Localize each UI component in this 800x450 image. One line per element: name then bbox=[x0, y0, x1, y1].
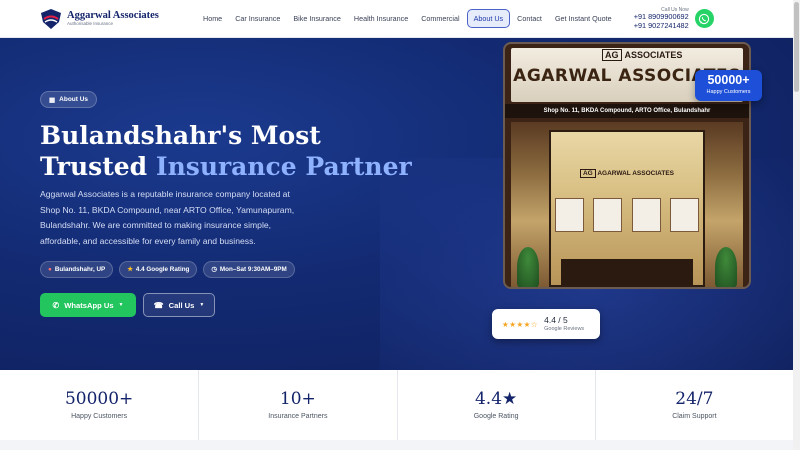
rating-chip: ★ 4.4 Google Rating bbox=[119, 261, 198, 278]
rating-chip-label: 4.4 Google Rating bbox=[135, 266, 190, 273]
wall-panel bbox=[670, 198, 699, 232]
shield-logo-icon bbox=[41, 8, 61, 29]
chevron-down-icon: ▼ bbox=[199, 302, 205, 308]
wall-panel bbox=[631, 198, 661, 232]
stat-label: Insurance Partners bbox=[268, 412, 328, 420]
nav-home[interactable]: Home bbox=[197, 9, 228, 28]
plant-right bbox=[715, 247, 737, 287]
nav-about-us[interactable]: About Us bbox=[466, 9, 511, 28]
wall-panel bbox=[593, 198, 623, 232]
rating-score: 4.4 / 5 bbox=[544, 314, 568, 325]
store-wall-panels bbox=[555, 198, 699, 232]
store-interior: AG AGARWAL ASSOCIATES bbox=[511, 122, 743, 287]
hero-description: Aggarwal Associates is a reputable insur… bbox=[40, 189, 295, 246]
store-entrance: AG AGARWAL ASSOCIATES bbox=[549, 130, 705, 287]
stat-value: 10+ bbox=[279, 388, 316, 409]
page-scrollbar[interactable] bbox=[793, 0, 800, 450]
stat-label: Happy Customers bbox=[71, 412, 128, 420]
call-us-button[interactable]: ☎ Call Us ▼ bbox=[143, 293, 215, 317]
location-chip-label: Bulandshahr, UP bbox=[54, 266, 106, 273]
main-menu: Home Car Insurance Bike Insurance Health… bbox=[197, 9, 619, 28]
hero-heading-plain: Trusted bbox=[40, 152, 148, 181]
brand-tagline: Authorisable Insurance bbox=[67, 21, 114, 26]
stat-value: 50000+ bbox=[64, 388, 134, 409]
happy-customers-badge: 50000+ Happy Customers bbox=[695, 70, 762, 101]
store-sign-logo: AG ASSOCIATES bbox=[602, 49, 683, 61]
hero-ctas: ✆ WhatsApp Us ▼ ☎ Call Us ▼ bbox=[40, 293, 215, 317]
pin-icon: ● bbox=[48, 266, 52, 273]
nav-health-insurance[interactable]: Health Insurance bbox=[348, 9, 414, 28]
brand-name: Aggarwal Associates bbox=[67, 9, 159, 21]
whatsapp-icon bbox=[699, 13, 710, 24]
plant-left bbox=[517, 247, 539, 287]
about-us-pill-label: About Us bbox=[59, 96, 89, 103]
call-us-button-label: Call Us bbox=[168, 300, 195, 310]
whatsapp-us-button[interactable]: ✆ WhatsApp Us ▼ bbox=[40, 293, 136, 317]
badge-label: Happy Customers bbox=[706, 88, 751, 95]
store-sign-logo-text: ASSOCIATES bbox=[624, 50, 683, 60]
whatsapp-us-label: WhatsApp Us bbox=[64, 300, 114, 310]
stat-label: Google Rating bbox=[473, 412, 519, 420]
nav-get-instant-quote[interactable]: Get Instant Quote bbox=[549, 9, 618, 28]
wall-panel bbox=[555, 198, 584, 232]
star-icon: ★ bbox=[127, 266, 133, 273]
stat-value: 4.4★ bbox=[474, 388, 518, 409]
info-chips: ● Bulandshahr, UP ★ 4.4 Google Rating ◷ … bbox=[40, 261, 301, 278]
nav-commercial[interactable]: Commercial bbox=[415, 9, 465, 28]
stat-label: Claim Support bbox=[672, 412, 717, 420]
store-address-strip: Shop No. 11, BKDA Compound, ARTO Office,… bbox=[505, 104, 749, 118]
phone-number-2[interactable]: +91 9027241482 bbox=[634, 21, 689, 31]
top-navbar: Aggarwal Associates Authorisable Insuran… bbox=[0, 0, 793, 38]
clock-icon: ◷ bbox=[211, 266, 217, 273]
phone-icon: ☎ bbox=[153, 300, 164, 310]
store-inner-sign-logo: AG bbox=[579, 169, 596, 178]
hours-chip-label: Mon–Sat 9:30AM–9PM bbox=[219, 266, 287, 273]
building-icon: ▦ bbox=[49, 96, 56, 104]
hero-heading-line1: Bulandshahr's Most bbox=[40, 121, 321, 150]
whatsapp-button[interactable] bbox=[694, 9, 714, 28]
stat-happy-customers: 50000+ Happy Customers bbox=[0, 370, 198, 440]
badge-value: 50000+ bbox=[707, 73, 750, 87]
rating-source: Google Reviews bbox=[544, 325, 585, 332]
store-inner-sign-text: AGARWAL ASSOCIATES bbox=[597, 170, 674, 177]
rating-stars: ★★★★☆ bbox=[502, 319, 539, 329]
hero-heading-accent: Insurance Partner bbox=[155, 152, 412, 181]
nav-contact[interactable]: Contact bbox=[511, 9, 548, 28]
stat-google-rating: 4.4★ Google Rating bbox=[396, 370, 595, 440]
chevron-down-icon: ▼ bbox=[118, 302, 124, 308]
stat-claim-support: 24/7 Claim Support bbox=[594, 370, 793, 440]
google-rating-card: ★★★★☆ 4.4 / 5 Google Reviews bbox=[492, 309, 600, 339]
stats-bar: 50000+ Happy Customers 10+ Insurance Par… bbox=[0, 370, 793, 450]
hours-chip: ◷ Mon–Sat 9:30AM–9PM bbox=[203, 261, 295, 278]
store-inner-sign: AG AGARWAL ASSOCIATES bbox=[551, 169, 703, 178]
whatsapp-icon: ✆ bbox=[52, 300, 60, 310]
stat-insurance-partners: 10+ Insurance Partners bbox=[198, 370, 396, 440]
stat-value: 24/7 bbox=[675, 388, 714, 409]
next-section-edge bbox=[0, 440, 793, 450]
hero-heading: Bulandshahr's Most Trusted Insurance Par… bbox=[40, 120, 412, 182]
nav-bike-insurance[interactable]: Bike Insurance bbox=[287, 9, 347, 28]
call-us-block: Call Us Now +91 8909900692 +91 902724148… bbox=[634, 7, 689, 31]
store-sign-logo-mark: AG bbox=[602, 49, 622, 61]
location-chip: ● Bulandshahr, UP bbox=[40, 261, 114, 278]
brand-logo[interactable]: Aggarwal Associates Authorisable Insuran… bbox=[39, 8, 189, 30]
store-counter bbox=[561, 259, 693, 285]
scrollbar-thumb[interactable] bbox=[794, 2, 799, 92]
about-us-pill: ▦ About Us bbox=[40, 91, 98, 108]
nav-car-insurance[interactable]: Car Insurance bbox=[229, 9, 286, 28]
